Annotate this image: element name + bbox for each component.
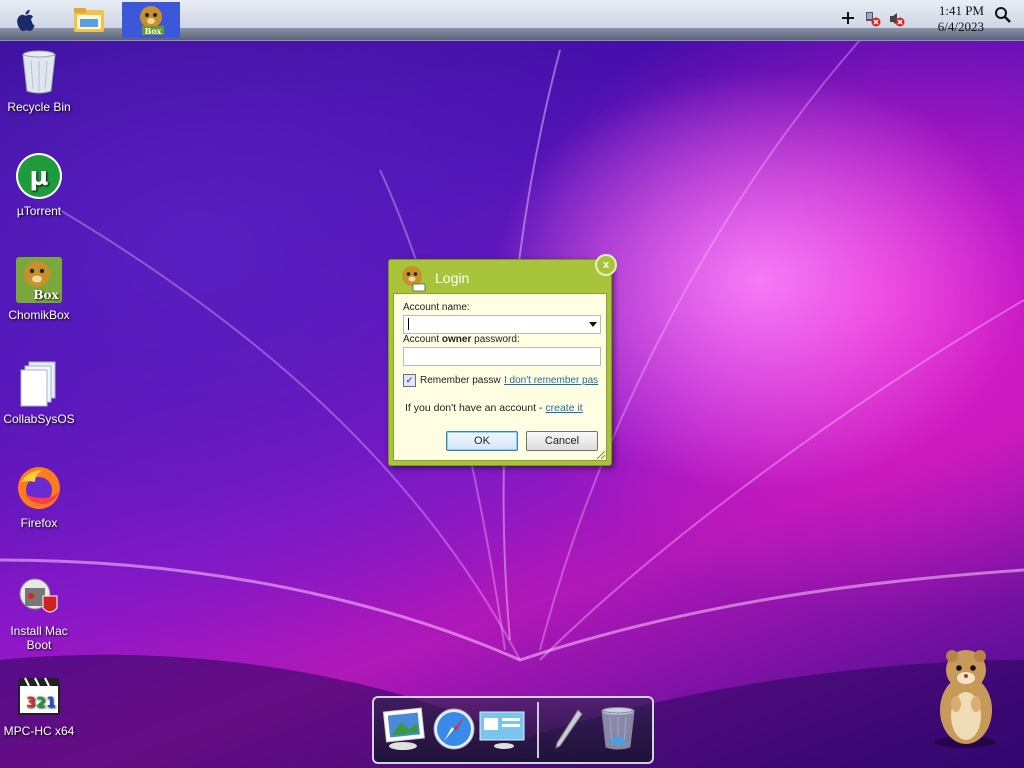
documents-icon bbox=[20, 361, 56, 407]
desktop-icon-label: Firefox bbox=[20, 516, 58, 530]
dialog-body: Account name: Account owner password: ✓ … bbox=[393, 293, 607, 461]
dock-item-trash[interactable] bbox=[594, 704, 642, 754]
ok-button[interactable]: OK bbox=[446, 431, 518, 451]
svg-text:Box: Box bbox=[33, 288, 59, 302]
apple-menu-button[interactable] bbox=[8, 2, 46, 38]
file-explorer-button[interactable] bbox=[70, 2, 108, 38]
account-name-combobox[interactable] bbox=[403, 315, 601, 334]
no-account-prefix: If you don't have an account - bbox=[405, 402, 546, 414]
svg-text:2: 2 bbox=[36, 695, 46, 711]
close-button[interactable]: x bbox=[595, 254, 617, 276]
dock-separator bbox=[537, 702, 539, 758]
clock-date: 6/4/2023 bbox=[937, 19, 984, 34]
clock-time: 1:41 PM bbox=[938, 3, 984, 18]
text-cursor bbox=[408, 318, 409, 330]
desktop-icon-label: µTorrent bbox=[16, 204, 62, 218]
svg-text:µ: µ bbox=[29, 162, 48, 192]
system-clock[interactable]: 1:41 PM 6/4/2023 bbox=[938, 3, 984, 35]
volume-muted-icon[interactable] bbox=[888, 10, 905, 27]
desktop-icon-firefox[interactable]: Firefox bbox=[0, 464, 78, 530]
password-label: Account owner password: bbox=[403, 334, 520, 345]
trash-icon bbox=[601, 707, 635, 750]
desktop-icon-chomikbox[interactable]: Box ChomikBox bbox=[0, 256, 78, 322]
svg-text:3: 3 bbox=[26, 695, 36, 711]
firefox-icon bbox=[18, 467, 60, 509]
account-name-label: Account name: bbox=[403, 302, 470, 313]
cancel-button[interactable]: Cancel bbox=[526, 431, 598, 451]
desktop-icon-utorrent[interactable]: µ µTorrent bbox=[0, 152, 78, 218]
chomikbox-taskbar-button[interactable]: Box bbox=[122, 2, 180, 38]
desktop-icon-install-mac-boot[interactable]: Install Mac Boot bbox=[0, 572, 78, 652]
svg-text:Box: Box bbox=[145, 26, 162, 36]
close-icon: x bbox=[602, 259, 610, 271]
desktop-icon-recycle-bin[interactable]: Recycle Bin bbox=[0, 48, 78, 114]
dock-item-system-info[interactable] bbox=[478, 704, 526, 754]
password-label-suffix: password: bbox=[471, 334, 520, 345]
system-info-icon bbox=[479, 711, 525, 749]
dock bbox=[372, 696, 654, 764]
desktop-icon-label: Install Mac Boot bbox=[10, 624, 68, 652]
installer-icon bbox=[19, 578, 58, 613]
utorrent-icon: µ bbox=[16, 153, 62, 199]
svg-text:1: 1 bbox=[46, 695, 56, 711]
safari-icon bbox=[433, 708, 475, 750]
top-menu-bar: Box 1:41 PM 6/4/2023 bbox=[0, 0, 1024, 41]
create-account-link[interactable]: create it bbox=[545, 402, 582, 414]
chomikbox-app-icon: Box bbox=[140, 6, 164, 36]
dock-item-pen[interactable] bbox=[544, 704, 592, 754]
password-label-prefix: Account bbox=[403, 334, 442, 345]
desktop-icon-label: ChomikBox bbox=[8, 308, 70, 322]
desktop-icon-label: Recycle Bin bbox=[7, 100, 71, 114]
dialog-title: Login bbox=[435, 270, 470, 286]
dock-item-preview[interactable] bbox=[380, 704, 428, 754]
no-account-text: If you don't have an account - create it bbox=[405, 402, 583, 414]
pen-icon bbox=[555, 709, 583, 749]
forgot-password-link[interactable]: I don't remember pas bbox=[504, 375, 598, 386]
mpc-hc-icon: 3 2 1 bbox=[18, 677, 60, 715]
network-disconnected-icon[interactable] bbox=[864, 10, 881, 27]
remember-password-checkbox[interactable]: ✓ bbox=[403, 374, 416, 387]
apple-icon bbox=[17, 9, 35, 31]
resize-grip-icon[interactable] bbox=[597, 451, 605, 459]
dock-item-safari[interactable] bbox=[430, 704, 478, 754]
chomikbox-icon: Box bbox=[16, 257, 62, 303]
desktop-icon-mpc-hc[interactable]: 3 2 1 MPC-HC x64 bbox=[0, 672, 78, 738]
desktop-icon-label: MPC-HC x64 bbox=[3, 724, 75, 738]
password-input[interactable] bbox=[403, 347, 601, 366]
search-icon[interactable] bbox=[994, 6, 1011, 23]
preview-icon bbox=[382, 707, 425, 750]
checkmark-icon: ✓ bbox=[405, 375, 414, 385]
desktop-icon-label: CollabSysOS bbox=[3, 412, 75, 426]
recycle-bin-icon bbox=[22, 50, 56, 94]
chevron-down-icon[interactable] bbox=[589, 322, 597, 327]
hamster-mascot-icon bbox=[935, 650, 995, 748]
password-label-bold: owner bbox=[441, 334, 472, 345]
plus-icon[interactable] bbox=[840, 10, 856, 26]
desktop-icon-collabsysos[interactable]: CollabSysOS bbox=[0, 360, 78, 426]
remember-password-label: Remember passw bbox=[420, 375, 501, 386]
chomikbox-dialog-icon bbox=[402, 266, 426, 292]
file-explorer-icon bbox=[74, 8, 104, 32]
login-dialog: Login x Account name: Account owner pass… bbox=[388, 254, 617, 466]
